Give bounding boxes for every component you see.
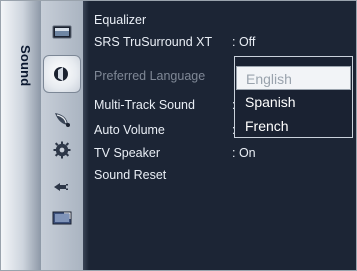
category-tab[interactable]: Sound [1,1,41,270]
sound-speaker-icon[interactable] [52,64,72,84]
menu-item-value: : Off [232,35,256,49]
menu-item-label: Equalizer [94,13,147,27]
menu-item-label: Sound Reset [94,168,167,182]
dropdown-option-spanish[interactable]: Spanish [236,90,351,114]
menu-item-label: SRS TruSurround XT [94,35,213,49]
picture-icon[interactable] [52,22,72,42]
menu-item-label: TV Speaker [94,146,161,160]
language-dropdown[interactable]: English Spanish French [234,56,353,138]
menu-item-label: Auto Volume [94,123,165,137]
application-icon[interactable] [52,208,72,228]
icon-column-divider [83,1,89,270]
category-label: Sound [18,45,33,87]
menu-icon-column [41,1,83,270]
dropdown-option-french[interactable]: French [236,114,351,138]
tv-osd-menu: Sound Equalizer SRS TruSurround XT: Off… [0,0,357,271]
menu-item-label: Preferred Language [94,69,206,83]
input-plug-icon[interactable] [52,177,72,197]
menu-item-value: : On [232,146,256,160]
menu-item-label: Multi-Track Sound [94,98,195,112]
dropdown-option-english[interactable]: English [236,66,351,90]
setup-gear-icon[interactable] [52,140,72,160]
channel-dish-icon[interactable] [52,109,72,129]
